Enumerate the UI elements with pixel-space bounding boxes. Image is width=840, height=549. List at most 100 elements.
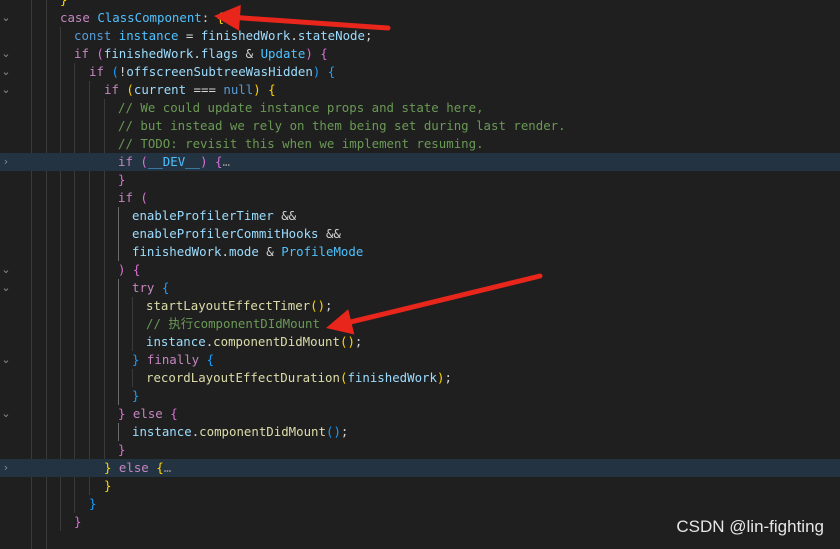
code-line[interactable]: // TODO: revisit this when we implement … [0,135,840,153]
code-text: instance.componentDidMount(); [146,333,362,351]
code-line[interactable]: if ( [0,189,840,207]
code-token: finishedWork [200,28,291,43]
fold-expanded-icon[interactable]: ⌄ [0,63,12,81]
fold-expanded-icon[interactable]: ⌄ [0,81,12,99]
code-text: } [89,495,96,513]
fold-expanded-icon[interactable]: ⌄ [0,351,12,369]
code-line[interactable]: › } else {… [0,459,840,477]
code-line[interactable]: ⌄ case ClassComponent: { [0,9,840,27]
code-line[interactable]: › if (__DEV__) {… [0,153,840,171]
code-token: { [216,10,225,25]
code-token: if [118,190,141,205]
code-token: else [132,406,171,421]
code-token: === [186,82,224,97]
code-editor[interactable]: } ⌄ case ClassComponent: {const instance =… [0,0,840,549]
code-token: current [133,82,187,97]
code-token: } [118,172,126,187]
code-line[interactable]: ⌄ if (!offscreenSubtreeWasHidden) { [0,63,840,81]
code-line[interactable]: } [0,0,840,9]
code-token: ) [118,262,133,277]
code-text: case ClassComponent: { [60,9,224,27]
code-token: { [156,460,164,475]
code-line[interactable]: ⌄) { [0,261,840,279]
code-line[interactable]: ⌄} else { [0,405,840,423]
code-line[interactable]: } [0,441,840,459]
code-text: // 执行componentDIdMount [146,315,320,333]
code-line[interactable]: instance.componentDidMount(); [0,423,840,441]
code-line[interactable]: ⌄ if (current === null) { [0,81,840,99]
code-line[interactable]: startLayoutEffectTimer(); [0,297,840,315]
code-text: try { [132,279,169,297]
code-token: . [193,46,201,61]
code-token: componentDidMount [199,424,326,439]
code-token: if [104,82,127,97]
code-text: // TODO: revisit this when we implement … [118,135,484,153]
fold-collapsed-icon[interactable]: › [0,153,12,171]
code-token: null [223,82,254,97]
code-text: } [60,0,67,9]
code-text: ) { [118,261,140,279]
fold-expanded-icon[interactable]: ⌄ [0,279,12,297]
code-token: } [118,442,126,457]
code-token: if [118,154,141,169]
code-line[interactable]: enableProfilerTimer && [0,207,840,225]
fold-expanded-icon[interactable]: ⌄ [0,405,12,423]
fold-collapsed-icon[interactable]: › [0,459,12,477]
code-line[interactable]: const instance = finishedWork.stateNode; [0,27,840,45]
code-line[interactable]: // We could update instance props and st… [0,99,840,117]
fold-expanded-icon[interactable]: ⌄ [0,9,12,27]
code-line[interactable]: // 执行componentDIdMount [0,315,840,333]
code-token: mode [229,244,259,259]
code-token: __DEV__ [147,154,201,169]
code-text: if (__DEV__) {… [118,153,230,171]
code-token: () [325,424,341,439]
code-token: } [132,388,140,403]
fold-expanded-icon[interactable]: ⌄ [0,45,12,63]
code-token: offscreenSubtreeWasHidden [126,64,313,79]
code-token: enableProfilerCommitHooks [132,226,319,241]
code-text: } [104,477,111,495]
code-token: Update [260,46,306,61]
code-text: } [118,441,125,459]
code-line[interactable]: finishedWork.mode & ProfileMode [0,243,840,261]
code-token: } [104,460,119,475]
code-token: ) [253,82,269,97]
code-text: // but instead we rely on them being set… [118,117,566,135]
code-token: ( [111,64,119,79]
code-line[interactable]: ⌄} finally { [0,351,840,369]
code-token: ; [340,424,349,439]
code-token: … [163,460,172,475]
code-line[interactable]: ⌄ try { [0,279,840,297]
code-text: } else {… [104,459,171,477]
code-token: enableProfilerTimer [132,208,274,223]
code-token: … [222,154,230,169]
code-token: { [320,46,328,61]
code-text: finishedWork.mode & ProfileMode [132,243,363,261]
code-line[interactable]: instance.componentDidMount(); [0,333,840,351]
code-line[interactable]: } [0,495,840,513]
code-token: ( [140,190,148,205]
code-token: ( [96,46,104,61]
code-token: // but instead we rely on them being set… [118,118,566,133]
code-line[interactable]: } [0,171,840,189]
code-text: } [118,171,125,189]
code-token: { [170,406,178,421]
code-line[interactable]: } [0,387,840,405]
code-token: ClassComponent [97,10,202,25]
code-line[interactable]: ⌄ if (finishedWork.flags & Update) { [0,45,840,63]
code-line[interactable]: } [0,477,840,495]
fold-expanded-icon[interactable]: ⌄ [0,261,12,279]
code-text: instance.componentDidMount(); [132,423,348,441]
code-token: && [318,226,341,241]
code-token: ProfileMode [281,244,364,259]
code-token: ; [325,298,333,313]
code-token: { [132,262,141,277]
code-text: recordLayoutEffectDuration(finishedWork)… [146,369,452,387]
code-line[interactable]: recordLayoutEffectDuration(finishedWork)… [0,369,840,387]
code-text: } [132,387,139,405]
code-token: ; [364,28,373,43]
code-token: . [290,28,298,43]
code-line[interactable]: enableProfilerCommitHooks && [0,225,840,243]
code-line[interactable]: // but instead we rely on them being set… [0,117,840,135]
code-token: const [74,28,119,43]
